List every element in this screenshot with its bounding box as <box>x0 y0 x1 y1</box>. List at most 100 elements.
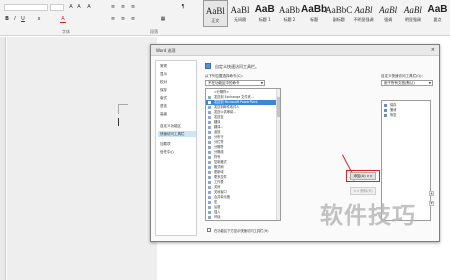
command-icon <box>208 186 211 189</box>
command-icon <box>208 196 211 199</box>
style-no-spacing[interactable]: AaBl 无间隔 <box>228 0 253 27</box>
command-icon <box>208 216 211 219</box>
command-icon <box>208 121 211 124</box>
vertical-ruler <box>0 37 6 280</box>
style-heading-1[interactable]: AaB 标题 1 <box>252 0 277 27</box>
command-icon <box>208 96 211 99</box>
nav-item-language[interactable]: 语言 <box>158 103 196 109</box>
options-nav: 常规 显示 校对 保存 版式 语言 高级 自定义功能区 快速访问工具栏 加载项 … <box>155 60 197 236</box>
list-item[interactable]: 环绕 <box>206 215 280 220</box>
style-name: 标题 <box>310 17 319 22</box>
align-left-icon[interactable]: ≡ <box>110 16 116 22</box>
command-icon <box>208 201 211 204</box>
redo-icon <box>384 114 387 117</box>
style-sample: AaBb <box>278 5 300 15</box>
font-group-label: 字体 <box>62 29 70 34</box>
document-canvas <box>7 37 157 280</box>
command-icon <box>208 181 211 184</box>
style-subtitle[interactable]: AaBbC 副标题 <box>325 0 353 27</box>
font-size-box[interactable] <box>50 4 64 11</box>
style-subtle-emphasis[interactable]: AaBl 不明显强调 <box>351 0 376 27</box>
customize-value: 用于所有文档(默认) <box>384 81 415 85</box>
align-right-icon[interactable]: ≡ <box>130 16 136 22</box>
nav-item-display[interactable]: 显示 <box>158 71 196 77</box>
styles-gallery: AaBl 正文 AaBl 无间隔 AaB 标题 1 AaBb 标题 2 AaBb… <box>203 0 450 27</box>
style-intense-emphasis[interactable]: AaBl 明显强调 <box>401 0 426 27</box>
list-item[interactable]: 恢复 <box>382 113 430 118</box>
nav-item-proofing[interactable]: 校对 <box>158 79 196 85</box>
nav-item-addins[interactable]: 加载项 <box>158 141 196 147</box>
qa-label: 恢复 <box>390 113 397 117</box>
scrollbar-thumb[interactable] <box>277 97 280 117</box>
style-name: 标题 2 <box>283 17 296 22</box>
nav-item-quick-access[interactable]: 快速访问工具栏 <box>158 131 196 137</box>
choose-from-value: 不在功能区中的命令 <box>208 81 240 85</box>
grow-font-icon[interactable]: A <box>68 4 74 10</box>
clear-format-icon[interactable]: A <box>86 4 92 10</box>
style-heading-2[interactable]: AaBb 标题 2 <box>277 0 302 27</box>
dialog-title: Word 选项 <box>156 48 176 53</box>
command-icon <box>208 136 211 139</box>
command-icon <box>208 126 211 129</box>
nav-item-layout[interactable]: 版式 <box>158 95 196 101</box>
watermark: 软件技巧 <box>320 203 416 229</box>
bullets-icon[interactable]: ≡ <box>110 4 116 10</box>
toolbar-icon <box>205 63 211 69</box>
commands-scrollbar[interactable] <box>276 89 280 220</box>
shading-icon[interactable]: ▦ <box>160 16 166 22</box>
style-sample: AaBl <box>379 5 398 15</box>
chevron-down-icon: ▼ <box>428 81 431 85</box>
margin-marker <box>118 104 128 114</box>
font-name-box[interactable] <box>4 4 48 11</box>
style-sample: AaBl <box>403 5 422 15</box>
command-icon <box>208 151 211 154</box>
remove-button[interactable]: << 删除(R) <box>350 187 376 195</box>
nav-item-trust-center[interactable]: 信任中心 <box>158 149 196 155</box>
style-sample: AaBb <box>301 4 328 15</box>
bold-icon[interactable]: B <box>4 16 10 22</box>
style-strong[interactable]: AaB 要点 <box>425 0 450 27</box>
style-name: 标题 1 <box>258 17 271 22</box>
customize-dropdown[interactable]: 用于所有文档(默认) ▼ <box>381 80 433 86</box>
customize-label: 自定义快速访问工具栏(Q): <box>381 74 423 78</box>
command-icon <box>208 111 211 114</box>
underline-icon[interactable]: U <box>20 16 26 22</box>
move-down-button[interactable]: ▼ <box>429 201 434 206</box>
chevron-down-icon: ▼ <box>260 81 263 85</box>
nav-item-general[interactable]: 常规 <box>158 63 196 69</box>
command-icon <box>208 101 211 104</box>
italic-icon[interactable]: I <box>12 16 18 22</box>
nav-item-save[interactable]: 保存 <box>158 87 196 93</box>
subscript-icon[interactable]: x <box>36 16 42 22</box>
commands-list[interactable]: <分隔符> 发送到 Exchange 文件夹... 发送到 Microsoft … <box>205 88 281 221</box>
numbering-icon[interactable]: ≡ <box>120 4 126 10</box>
below-ribbon-checkbox[interactable] <box>207 228 211 232</box>
ribbon: A A A B I U x A ≡ ≡ ≡ ≡ ≡ ≡ ▦ ¶ 字体 段落 Aa… <box>0 0 450 36</box>
command-icon <box>208 211 211 214</box>
add-button[interactable]: 添加(A) >> <box>350 172 376 180</box>
choose-from-dropdown[interactable]: 不在功能区中的命令 ▼ <box>205 80 265 86</box>
command-icon <box>208 106 211 109</box>
command-label: 环绕 <box>214 215 221 219</box>
command-icon <box>208 166 211 169</box>
dialog-titlebar: Word 选项 × <box>151 45 439 56</box>
style-normal[interactable]: AaBl 正文 <box>203 0 228 27</box>
style-name: 强调 <box>384 17 393 22</box>
multilevel-icon[interactable]: ≡ <box>130 4 136 10</box>
style-title[interactable]: AaBb 标题 <box>301 0 328 27</box>
move-up-button[interactable]: ▲ <box>429 191 434 196</box>
style-sample: AaBbC <box>325 5 353 15</box>
show-marks-icon[interactable]: ¶ <box>180 4 186 10</box>
close-icon[interactable]: × <box>431 47 435 53</box>
style-name: 不明显强调 <box>353 17 374 22</box>
command-icon <box>208 176 211 179</box>
style-name: 无间隔 <box>234 17 247 22</box>
align-center-icon[interactable]: ≡ <box>120 16 126 22</box>
command-icon <box>208 206 211 209</box>
command-icon <box>208 156 211 159</box>
nav-item-customize-ribbon[interactable]: 自定义功能区 <box>158 123 196 129</box>
nav-item-advanced[interactable]: 高级 <box>158 111 196 117</box>
style-emphasis[interactable]: AaBl 强调 <box>376 0 401 27</box>
shrink-font-icon[interactable]: A <box>76 4 82 10</box>
save-icon <box>384 104 387 107</box>
